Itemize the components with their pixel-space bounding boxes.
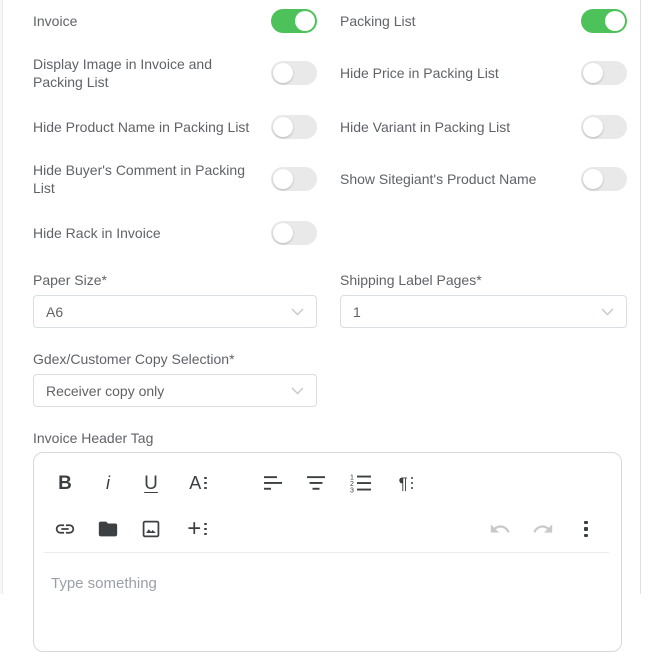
ordered-list-icon: 1 2 3: [350, 475, 371, 493]
paragraph-dropdown-button[interactable]: ¶: [388, 468, 424, 498]
invoice-header-tag-label: Invoice Header Tag: [33, 430, 154, 446]
align-center-icon: [307, 476, 325, 490]
gdex-copy-value: Receiver copy only: [46, 382, 165, 399]
toggle-label: Hide Rack in Invoice: [33, 225, 161, 241]
toggle-label: Invoice: [33, 13, 78, 29]
toggle-row-hide-product-name: Hide Product Name in Packing List: [33, 115, 317, 139]
dropdown-dots-icon: [204, 476, 207, 490]
invoice-settings-panel: Invoice Display Image in Invoice and Pac…: [2, 0, 641, 652]
toggle-label: Show Sitegiant's Product Name: [340, 171, 537, 187]
toggle-row-display-image: Display Image in Invoice and Packing Lis…: [33, 53, 317, 93]
packing-list-toggle[interactable]: [581, 9, 627, 33]
folder-button[interactable]: [93, 514, 123, 544]
display-image-toggle[interactable]: [271, 61, 317, 85]
gdex-copy-select[interactable]: Receiver copy only: [33, 374, 317, 407]
underline-button[interactable]: U: [136, 468, 166, 498]
hide-price-toggle[interactable]: [581, 61, 627, 85]
font-dropdown-button[interactable]: A: [179, 468, 217, 498]
toggle-label: Hide Product Name in Packing List: [33, 119, 250, 135]
dropdown-dots-icon: [204, 522, 207, 536]
align-left-button[interactable]: [259, 468, 289, 498]
toggle-row-packing-list: Packing List: [340, 9, 627, 33]
toggle-knob: [273, 117, 293, 137]
toggle-row-hide-rack: Hide Rack in Invoice: [33, 221, 317, 245]
toggle-row-hide-price: Hide Price in Packing List: [340, 61, 627, 85]
undo-button[interactable]: [485, 514, 515, 544]
editor-toolbar-row-1: B i U A 1 2 3 ¶: [34, 466, 621, 500]
add-more-button[interactable]: +: [179, 514, 215, 544]
show-sitegiant-name-toggle[interactable]: [581, 167, 627, 191]
toggle-knob: [605, 11, 625, 31]
paper-size-select[interactable]: A6: [33, 295, 317, 328]
more-vertical-icon: [584, 520, 588, 538]
toggle-knob: [273, 223, 293, 243]
chevron-down-icon: [291, 308, 304, 316]
link-icon: [55, 524, 75, 534]
hide-variant-toggle[interactable]: [581, 115, 627, 139]
redo-button[interactable]: [528, 514, 558, 544]
toggle-knob: [583, 117, 603, 137]
align-left-icon: [264, 476, 282, 490]
toggle-knob: [295, 11, 315, 31]
svg-text:3: 3: [350, 488, 354, 493]
toggle-row-invoice: Invoice: [33, 9, 317, 33]
align-center-button[interactable]: [302, 468, 332, 498]
toggle-label: Display Image in Invoice and Packing Lis…: [33, 56, 212, 90]
toggle-knob: [273, 169, 293, 189]
dropdown-dots-icon: [410, 476, 414, 490]
toggle-row-hide-buyers-comment: Hide Buyer's Comment in Packing List: [33, 159, 317, 199]
hide-product-name-toggle[interactable]: [271, 115, 317, 139]
toggle-knob: [583, 169, 603, 189]
redo-icon: [533, 524, 553, 533]
toggle-label: Hide Price in Packing List: [340, 65, 499, 81]
chevron-down-icon: [291, 387, 304, 395]
shipping-label-pages-value: 1: [353, 303, 361, 320]
chevron-down-icon: [601, 308, 614, 316]
editor-toolbar-row-2: +: [34, 512, 621, 546]
invoice-header-tag-editor: B i U A 1 2 3 ¶ + Type something: [33, 452, 622, 652]
more-options-button[interactable]: [571, 514, 601, 544]
toggle-row-show-sitegiant-name: Show Sitegiant's Product Name: [340, 167, 627, 191]
link-button[interactable]: [50, 514, 80, 544]
italic-button[interactable]: i: [93, 468, 123, 498]
folder-icon: [98, 521, 118, 537]
bold-button[interactable]: B: [50, 468, 80, 498]
toggle-knob: [583, 63, 603, 83]
undo-icon: [490, 524, 510, 533]
invoice-toggle[interactable]: [271, 9, 317, 33]
ordered-list-button[interactable]: 1 2 3: [345, 468, 375, 498]
insert-image-button[interactable]: [136, 514, 166, 544]
editor-content-area[interactable]: [34, 553, 621, 651]
paper-size-label: Paper Size*: [33, 272, 107, 288]
insert-image-icon: [142, 520, 160, 538]
shipping-label-pages-label: Shipping Label Pages*: [340, 272, 482, 288]
toggle-label: Hide Variant in Packing List: [340, 119, 511, 135]
toggle-label: Packing List: [340, 13, 416, 29]
toggle-knob: [273, 63, 293, 83]
shipping-label-pages-select[interactable]: 1: [340, 295, 627, 328]
gdex-copy-label: Gdex/Customer Copy Selection*: [33, 351, 235, 367]
hide-rack-toggle[interactable]: [271, 221, 317, 245]
toggle-label: Hide Buyer's Comment in Packing List: [33, 162, 245, 196]
hide-buyers-comment-toggle[interactable]: [271, 167, 317, 191]
toggle-row-hide-variant: Hide Variant in Packing List: [340, 115, 627, 139]
paper-size-value: A6: [46, 303, 64, 320]
